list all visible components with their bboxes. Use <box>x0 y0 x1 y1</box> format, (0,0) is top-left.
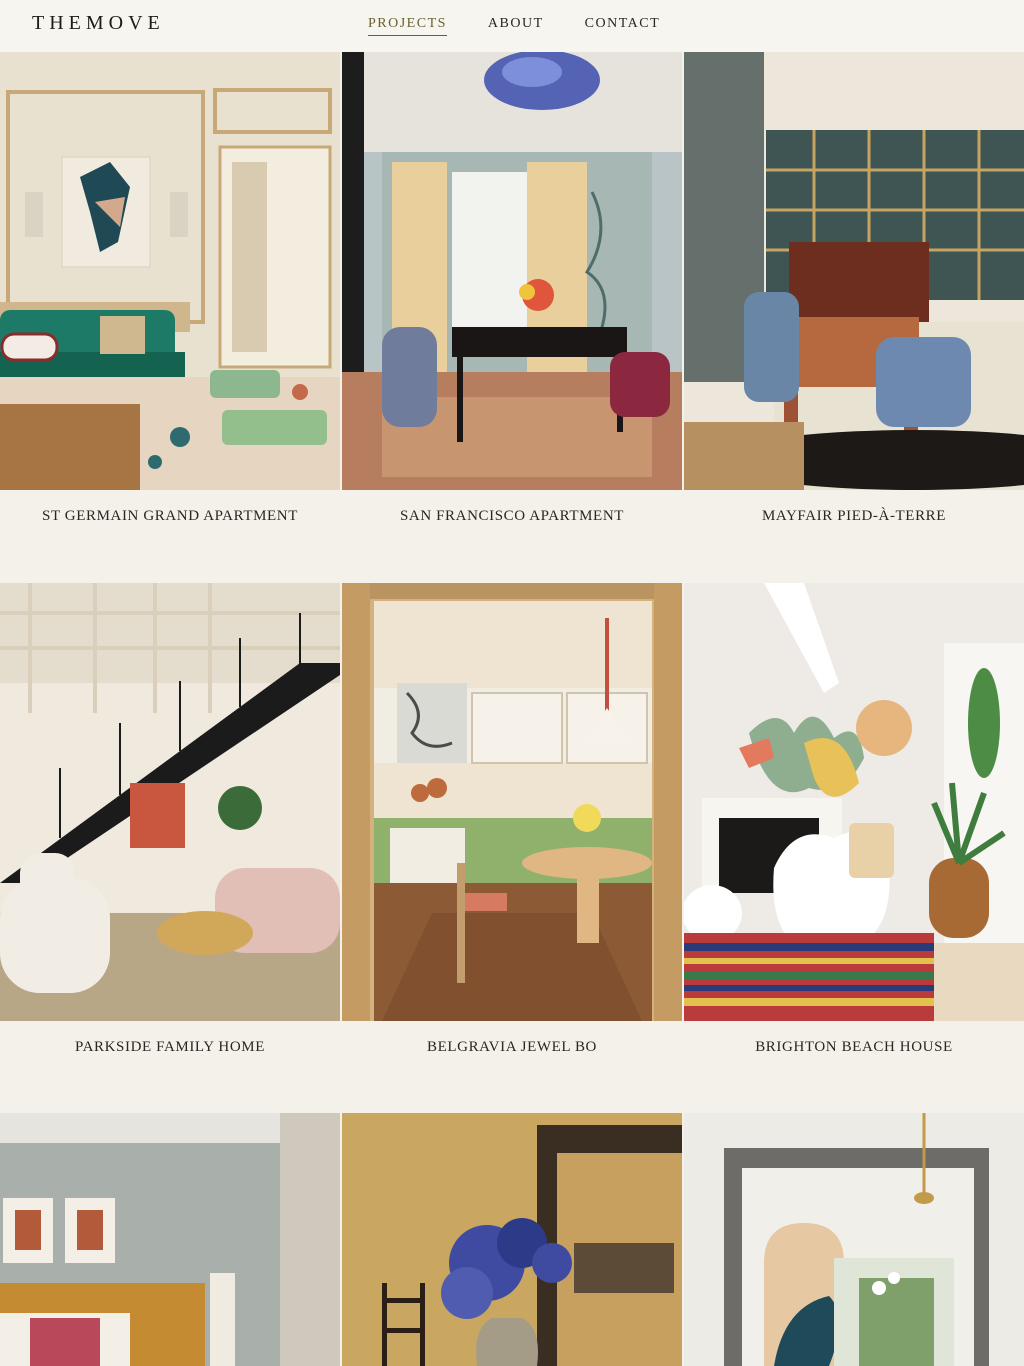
nav-contact[interactable]: CONTACT <box>585 16 661 36</box>
project-image-parkside[interactable] <box>0 583 340 1021</box>
project-title[interactable]: ST GERMAIN GRAND APARTMENT <box>0 508 340 525</box>
project-image-st-germain[interactable] <box>0 52 340 490</box>
project-image-archway[interactable] <box>684 1113 1024 1366</box>
main-nav: PROJECTS ABOUT CONTACT <box>368 16 660 36</box>
project-image-brighton[interactable] <box>684 583 1024 1021</box>
project-image-bedroom[interactable] <box>0 1113 340 1366</box>
project-image-belgravia[interactable] <box>342 583 682 1021</box>
nav-projects[interactable]: PROJECTS <box>368 16 447 36</box>
project-image-mayfair[interactable] <box>684 52 1024 490</box>
project-title[interactable]: PARKSIDE FAMILY HOME <box>0 1039 340 1056</box>
project-image-san-francisco[interactable] <box>342 52 682 490</box>
project-title[interactable]: BELGRAVIA JEWEL BO <box>342 1039 682 1056</box>
project-image-hydrangea[interactable] <box>342 1113 682 1366</box>
project-title[interactable]: BRIGHTON BEACH HOUSE <box>684 1039 1024 1056</box>
nav-about[interactable]: ABOUT <box>488 16 544 36</box>
project-title[interactable]: MAYFAIR PIED-À-TERRE <box>684 508 1024 525</box>
site-header: THEMOVE PROJECTS ABOUT CONTACT <box>0 0 1024 52</box>
project-title[interactable]: SAN FRANCISCO APARTMENT <box>342 508 682 525</box>
site-logo[interactable]: THEMOVE <box>32 12 165 35</box>
